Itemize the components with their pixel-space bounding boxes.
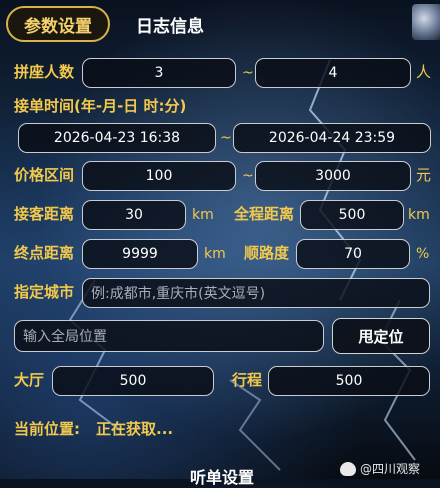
- order-time-label: 接单时间(年-月-日 时:分): [14, 97, 187, 115]
- total-distance-unit: km: [408, 207, 430, 223]
- price-min-input[interactable]: 100: [82, 161, 236, 191]
- global-location-input[interactable]: 输入全局位置: [14, 320, 324, 352]
- trip-input[interactable]: 500: [268, 366, 430, 396]
- city-label: 指定城市: [14, 283, 75, 301]
- seat-count-unit: 人: [416, 63, 432, 81]
- seat-count-label: 拼座人数: [14, 63, 75, 81]
- seat-count-min-input[interactable]: 3: [82, 58, 236, 88]
- route-match-input[interactable]: 70: [296, 239, 410, 269]
- price-sep: ~: [242, 168, 254, 184]
- end-distance-input[interactable]: 9999: [82, 239, 198, 269]
- trip-label: 行程: [232, 371, 263, 389]
- pickup-distance-label: 接客距离: [14, 205, 75, 223]
- price-max-input[interactable]: 3000: [255, 161, 411, 191]
- pickup-distance-input[interactable]: 30: [82, 200, 186, 230]
- watermark: @四川观察: [340, 460, 420, 477]
- total-distance-label: 全程距离: [234, 205, 295, 223]
- locate-button[interactable]: 甩定位: [332, 318, 430, 354]
- avatar: [412, 4, 440, 40]
- end-distance-label: 终点距离: [14, 244, 75, 262]
- order-time-sep: ~: [220, 130, 232, 146]
- route-match-unit: %: [416, 246, 430, 262]
- route-match-label: 顺路度: [244, 244, 290, 262]
- seat-count-max-input[interactable]: 4: [255, 58, 411, 88]
- end-distance-unit: km: [204, 246, 226, 262]
- order-time-end-input[interactable]: 2026-04-24 23:59: [233, 123, 431, 153]
- watermark-text: @四川观察: [360, 462, 421, 476]
- weibo-icon: [340, 461, 356, 476]
- listen-settings-title: 听单设置: [190, 468, 255, 487]
- pickup-distance-unit: km: [192, 207, 214, 223]
- order-time-start-input[interactable]: 2026-04-23 16:38: [18, 123, 216, 153]
- current-location-label: 当前位置:: [14, 420, 80, 438]
- city-input[interactable]: 例:成都市,重庆市(英文逗号): [82, 278, 430, 308]
- tab-settings[interactable]: 参数设置: [6, 6, 110, 42]
- hall-label: 大厅: [14, 371, 45, 389]
- hall-input[interactable]: 500: [52, 366, 214, 396]
- price-unit: 元: [416, 166, 432, 184]
- tab-log[interactable]: 日志信息: [122, 6, 218, 42]
- total-distance-input[interactable]: 500: [300, 200, 404, 230]
- seat-count-sep: ~: [242, 65, 254, 81]
- price-label: 价格区间: [14, 166, 75, 184]
- current-location-value: 正在获取...: [96, 420, 174, 438]
